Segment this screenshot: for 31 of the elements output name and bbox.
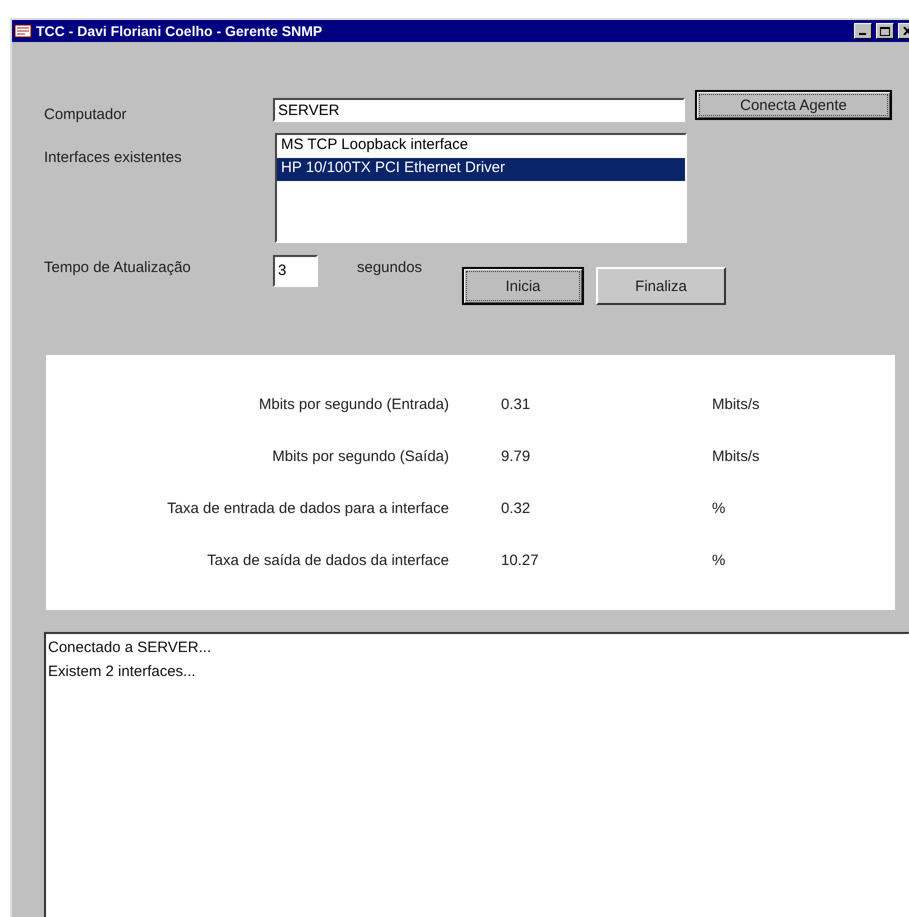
stat-unit: %: [712, 499, 726, 519]
action-button[interactable]: Finaliza: [596, 267, 726, 305]
stat-value: 0.31: [500, 395, 532, 415]
stat-value: 9.79: [500, 447, 532, 467]
log-line: Conectado a SERVER...: [48, 638, 212, 658]
stat-value: 0.32: [500, 499, 532, 519]
computer-field[interactable]: SERVER: [273, 98, 685, 122]
interface-list[interactable]: MS TCP Loopback interface HP 10/100TX PCI Ethernet Driver: [275, 133, 687, 243]
list-item[interactable]: HP 10/100TX PCI Ethernet Driver: [277, 158, 685, 181]
maximize-button[interactable]: [876, 23, 894, 39]
action-button[interactable]: Inicia: [462, 267, 584, 305]
field-label: Interfaces existentes: [44, 148, 183, 166]
close-icon: [902, 27, 909, 35]
app-icon: [14, 23, 32, 39]
log-line: Existem 2 interfaces...: [48, 662, 196, 682]
stat-unit: Mbits/s: [712, 395, 761, 415]
refresh-field[interactable]: 3: [273, 255, 318, 287]
stat-label: Mbits por segundo (Saída): [271, 447, 449, 467]
stat-label: Taxa de saída de dados da interface: [206, 551, 449, 571]
unit-label: segundos: [357, 258, 424, 276]
field-label: Tempo de Atualização: [44, 258, 192, 276]
connect-button[interactable]: Conecta Agente: [695, 90, 892, 120]
maximize-icon: [880, 26, 890, 36]
stat-unit: %: [712, 551, 726, 571]
stat-value: 10.27: [500, 551, 540, 571]
minimize-button[interactable]: [854, 23, 872, 39]
stat-label: Taxa de entrada de dados para a interface: [166, 499, 449, 519]
stat-unit: Mbits/s: [712, 447, 761, 467]
field-label: Computador: [44, 105, 128, 123]
window-title: TCC - Davi Floriani Coelho - Gerente SNMP: [36, 23, 324, 39]
stat-label: Mbits por segundo (Entrada): [258, 395, 449, 415]
